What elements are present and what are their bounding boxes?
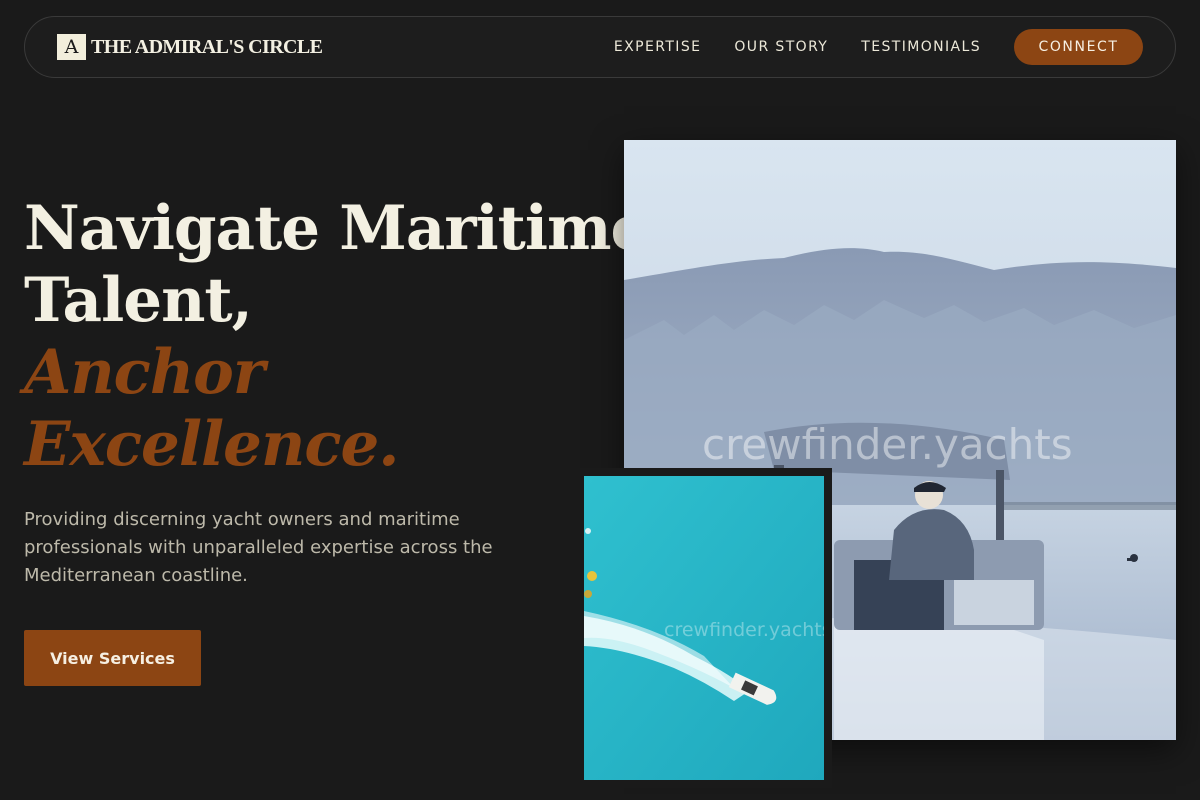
nav-links: EXPERTISE OUR STORY TESTIMONIALS CONNECT xyxy=(614,29,1143,65)
hero-title-line-1: Navigate Maritime xyxy=(24,193,649,264)
hero-accent-line-1: Anchor xyxy=(24,337,265,408)
nav-link-testimonials[interactable]: TESTIMONIALS xyxy=(861,39,981,55)
connect-button[interactable]: CONNECT xyxy=(1014,29,1143,65)
hero-accent-line-2: Excellence. xyxy=(24,409,400,480)
hero-description: Providing discerning yacht owners and ma… xyxy=(24,509,493,586)
top-navbar: A THE ADMIRAL'S CIRCLE EXPERTISE OUR STO… xyxy=(24,16,1176,78)
brand-logo[interactable]: A THE ADMIRAL'S CIRCLE xyxy=(57,34,323,60)
aerial-photo-watermark: crewfinder.yachts xyxy=(664,619,824,641)
brand-name: THE ADMIRAL'S CIRCLE xyxy=(91,35,323,58)
boat-photo-watermark: crewfinder.yachts xyxy=(702,420,1073,469)
hero-title: Navigate Maritime Talent, Anchor Excelle… xyxy=(24,193,649,481)
nav-link-expertise[interactable]: EXPERTISE xyxy=(614,39,701,55)
view-services-button[interactable]: View Services xyxy=(24,630,201,686)
aerial-photo: crewfinder.yachts xyxy=(584,476,824,780)
nav-link-our-story[interactable]: OUR STORY xyxy=(734,39,828,55)
hero-title-line-2: Talent, xyxy=(24,265,253,336)
brand-mark-icon: A xyxy=(57,34,86,60)
